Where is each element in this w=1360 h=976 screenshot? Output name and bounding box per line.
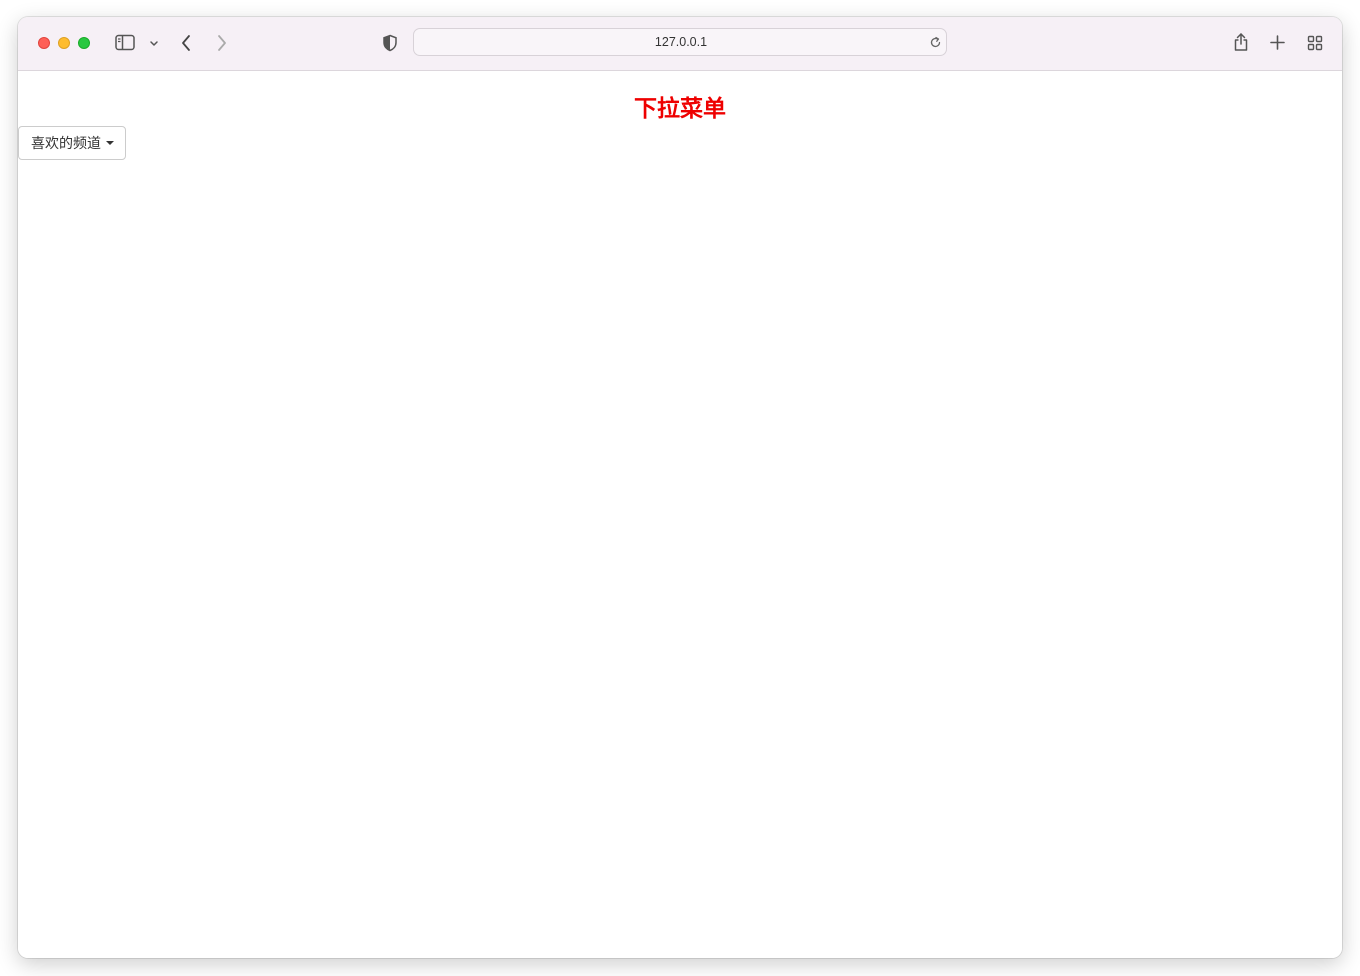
sidebar-icon[interactable] bbox=[115, 34, 135, 51]
caret-down-icon bbox=[106, 141, 114, 145]
share-icon[interactable] bbox=[1233, 32, 1249, 52]
zoom-window-icon[interactable] bbox=[78, 37, 90, 49]
forward-arrow-icon[interactable] bbox=[216, 34, 228, 52]
shield-icon[interactable] bbox=[382, 34, 398, 52]
page-content: 下拉菜单 喜欢的频道 bbox=[18, 71, 1342, 958]
plus-icon[interactable] bbox=[1270, 35, 1285, 50]
page-title: 下拉菜单 bbox=[634, 96, 726, 122]
reload-icon[interactable] bbox=[929, 36, 942, 49]
grid-icon[interactable] bbox=[1307, 35, 1323, 51]
url-text: 127.0.0.1 bbox=[654, 35, 708, 49]
browser-toolbar: 127.0.0.1 bbox=[18, 17, 1342, 71]
minimize-window-icon[interactable] bbox=[58, 37, 70, 49]
chevron-down-icon[interactable] bbox=[149, 40, 159, 47]
address-bar[interactable]: 127.0.0.1 bbox=[413, 28, 947, 56]
channel-dropdown-button[interactable]: 喜欢的频道 bbox=[18, 126, 126, 160]
close-window-icon[interactable] bbox=[38, 37, 50, 49]
browser-window: 127.0.0.1 下拉菜单 喜欢的频道 bbox=[18, 17, 1342, 958]
back-arrow-icon[interactable] bbox=[180, 34, 192, 52]
dropdown-label: 喜欢的频道 bbox=[31, 136, 101, 152]
